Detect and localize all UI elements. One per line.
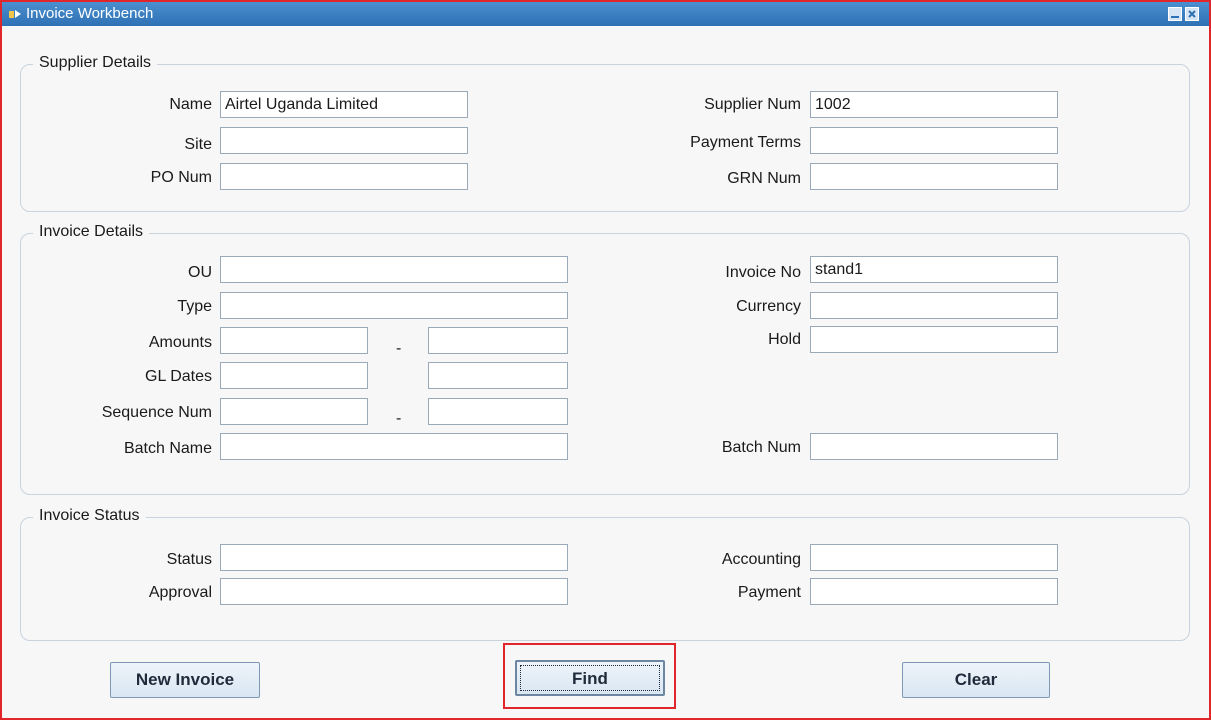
batch-num-label: Batch Num	[721, 439, 801, 456]
batch-num-field[interactable]	[810, 433, 1058, 460]
accounting-field[interactable]	[810, 544, 1058, 571]
supplier-num-field[interactable]: 1002	[810, 91, 1058, 118]
sequence-num-to-field[interactable]	[428, 398, 568, 425]
sequence-num-from-field[interactable]	[220, 398, 368, 425]
grn-num-field[interactable]	[810, 163, 1058, 190]
invoice-details-title: Invoice Details	[33, 222, 150, 242]
site-label: Site	[184, 136, 212, 153]
app-icon	[8, 7, 22, 21]
sequence-num-label: Sequence Num	[101, 404, 212, 421]
close-icon[interactable]	[1185, 7, 1199, 21]
approval-field[interactable]	[220, 578, 568, 605]
payment-terms-label: Payment Terms	[690, 134, 801, 151]
payment-field[interactable]	[810, 578, 1058, 605]
site-field[interactable]	[220, 127, 468, 154]
currency-field[interactable]	[810, 292, 1058, 319]
sequence-num-range-separator: -	[396, 410, 402, 427]
gl-dates-from-field[interactable]	[220, 362, 368, 389]
batch-name-label: Batch Name	[123, 440, 212, 457]
status-label: Status	[166, 551, 212, 568]
batch-name-field[interactable]	[220, 433, 568, 460]
currency-label: Currency	[736, 298, 801, 315]
supplier-details-title: Supplier Details	[33, 53, 158, 73]
name-field[interactable]: Airtel Uganda Limited	[220, 91, 468, 118]
new-invoice-button[interactable]: New Invoice	[110, 662, 260, 698]
payment-terms-field[interactable]	[810, 127, 1058, 154]
ou-label: OU	[188, 264, 212, 281]
invoice-no-label: Invoice No	[725, 264, 801, 281]
hold-label: Hold	[768, 331, 801, 348]
hold-field[interactable]	[810, 326, 1058, 353]
accounting-label: Accounting	[721, 551, 801, 568]
amounts-range-separator: -	[396, 340, 402, 357]
window-title: Invoice Workbench	[26, 5, 154, 22]
supplier-num-label: Supplier Num	[704, 96, 801, 113]
minimize-icon[interactable]	[1168, 7, 1182, 21]
amounts-to-field[interactable]	[428, 327, 568, 354]
approval-label: Approval	[148, 584, 212, 601]
amounts-label: Amounts	[148, 334, 212, 351]
ou-field[interactable]	[220, 256, 568, 283]
grn-num-label: GRN Num	[727, 170, 801, 187]
find-button-highlight	[503, 643, 676, 709]
invoice-no-field[interactable]: stand1	[810, 256, 1058, 283]
clear-button[interactable]: Clear	[902, 662, 1050, 698]
payment-label: Payment	[737, 584, 801, 601]
po-num-field[interactable]	[220, 163, 468, 190]
status-field[interactable]	[220, 544, 568, 571]
type-label: Type	[177, 298, 212, 315]
invoice-workbench-window: Invoice Workbench Supplier Details Name …	[0, 0, 1211, 720]
po-num-label: PO Num	[150, 169, 212, 186]
gl-dates-to-field[interactable]	[428, 362, 568, 389]
name-label: Name	[169, 96, 212, 113]
invoice-status-title: Invoice Status	[33, 506, 146, 526]
gl-dates-label: GL Dates	[145, 368, 212, 385]
amounts-from-field[interactable]	[220, 327, 368, 354]
type-field[interactable]	[220, 292, 568, 319]
title-bar: Invoice Workbench	[2, 2, 1209, 26]
